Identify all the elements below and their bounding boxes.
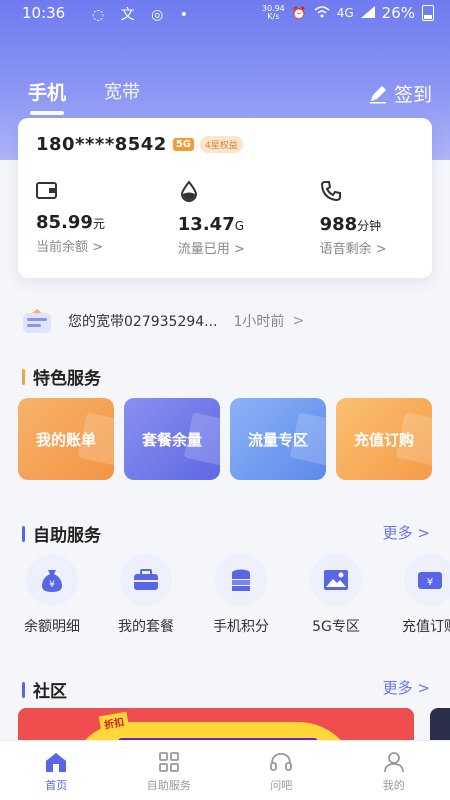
alarm-icon: ⏰ [291, 6, 307, 20]
water-drop-icon [180, 180, 197, 202]
feature-label: 套餐余量 [141, 430, 202, 449]
feature-label: 我的账单 [35, 430, 96, 449]
featured-title-text: 特色服务 [33, 369, 101, 389]
svg-text:¥: ¥ [427, 577, 433, 588]
self-service-grid: ¥ 余额明细 我的套餐 手机积分 5G专区 ¥ 充值订购 [0, 554, 450, 644]
data-label: 流量已用 > [177, 242, 245, 257]
chevron-right-icon: > [292, 313, 305, 329]
star-level-badge[interactable]: 4星权益 [200, 136, 243, 153]
community-title-text: 社区 [33, 682, 67, 702]
voice-value: 988 [319, 214, 358, 235]
svg-text:¥: ¥ [49, 580, 55, 590]
community-more-link[interactable]: 更多 > [383, 677, 430, 698]
wallet-icon [36, 182, 57, 199]
section-marker [22, 368, 25, 385]
section-marker [22, 681, 25, 698]
section-self-service-title: 自助服务 [22, 521, 101, 546]
notice-text: 您的宽带027935294... [68, 314, 218, 330]
wifi-icon [314, 5, 330, 21]
self-item-label: 手机积分 [213, 619, 269, 635]
image-icon [324, 570, 348, 590]
feature-recharge[interactable]: 充值订购 [336, 398, 432, 480]
section-marker [22, 525, 25, 542]
5g-badge: 5G [172, 138, 194, 151]
notice-time: 1小时前 [233, 314, 285, 330]
feature-data-zone[interactable]: 流量专区 [230, 398, 326, 480]
self-item-label: 我的套餐 [118, 619, 174, 635]
money-bag-icon: ¥ [42, 570, 62, 592]
self-item-my-package[interactable]: 我的套餐 [98, 554, 194, 636]
broadband-notice[interactable]: 您的宽带027935294... 1小时前 > [22, 308, 304, 334]
network-type: 4G [336, 6, 354, 20]
nav-mine[interactable]: 我的 [338, 741, 450, 800]
balance-unit: 元 [92, 217, 105, 231]
nav-label: 首页 [45, 779, 68, 792]
self-item-recharge[interactable]: ¥ 充值订购 [382, 554, 450, 636]
phone-icon [320, 181, 341, 202]
nav-label: 我的 [382, 779, 405, 792]
self-item-balance-detail[interactable]: ¥ 余额明细 [4, 554, 100, 636]
self-item-label: 充值订购 [402, 619, 450, 635]
briefcase-icon [134, 569, 158, 590]
voice-label: 语音剩余 > [319, 242, 387, 257]
grid-icon [158, 752, 179, 772]
user-icon [383, 752, 404, 773]
bottom-navigation: 首页 自助服务 问吧 我的 [0, 740, 450, 800]
status-bar: 10:36 ◌ 文 ◎ • 30.94 K/s ⏰ 4G 26% [0, 0, 450, 28]
self-item-points[interactable]: 手机积分 [193, 554, 289, 636]
battery-icon [422, 5, 434, 21]
balance-label: 当前余额 > [36, 240, 104, 255]
battery-percent: 26% [381, 4, 415, 22]
self-item-label: 余额明细 [24, 619, 80, 635]
data-value: 13.47 [177, 214, 235, 235]
top-tabs: 手机 宽带 [28, 78, 140, 115]
balance-stat[interactable]: 85.99元 当前余额 > [36, 180, 178, 257]
signin-label: 签到 [393, 84, 432, 106]
voice-stat[interactable]: 988分钟 语音剩余 > [320, 180, 416, 257]
self-service-more-link[interactable]: 更多 > [383, 522, 430, 543]
self-service-title-text: 自助服务 [33, 526, 101, 546]
coins-icon [232, 569, 250, 591]
section-featured-title: 特色服务 [22, 364, 101, 389]
tab-mobile[interactable]: 手机 [28, 78, 66, 115]
status-time: 10:36 [22, 4, 66, 22]
phone-number: 180****8542 [36, 134, 167, 155]
wallet-icon: ¥ [418, 572, 442, 589]
home-icon [46, 753, 67, 772]
tab-broadband[interactable]: 宽带 [104, 78, 140, 115]
nav-home[interactable]: 首页 [0, 741, 113, 800]
voice-unit: 分钟 [357, 219, 382, 233]
headset-icon [270, 753, 293, 771]
featured-services: 我的账单 套餐余量 流量专区 充值订购 [18, 398, 450, 480]
message-icon [23, 309, 51, 333]
nav-label: 自助服务 [146, 779, 191, 792]
feature-my-bill[interactable]: 我的账单 [18, 398, 114, 480]
balance-value: 85.99 [36, 212, 93, 233]
data-unit: G [234, 219, 245, 233]
nav-self-service[interactable]: 自助服务 [113, 741, 226, 800]
self-item-5g-zone[interactable]: 5G专区 [288, 554, 384, 636]
feature-label: 流量专区 [247, 430, 308, 449]
nav-label: 问吧 [270, 779, 293, 792]
notification-icons: ◌ 文 ◎ • [92, 7, 195, 23]
network-speed: 30.94 K/s [261, 4, 285, 21]
account-card: 180****8542 5G 4星权益 85.99元 当前余额 > 13.47G… [18, 118, 432, 278]
signal-icon [360, 5, 375, 21]
feature-package-balance[interactable]: 套餐余量 [124, 398, 220, 480]
pen-icon [369, 85, 386, 103]
data-usage-stat[interactable]: 13.47G 流量已用 > [178, 180, 320, 257]
self-item-label: 5G专区 [312, 619, 360, 635]
nav-ask[interactable]: 问吧 [225, 741, 338, 800]
signin-button[interactable]: 签到 [368, 80, 432, 107]
feature-label: 充值订购 [353, 430, 414, 449]
section-community-title: 社区 [22, 677, 67, 702]
